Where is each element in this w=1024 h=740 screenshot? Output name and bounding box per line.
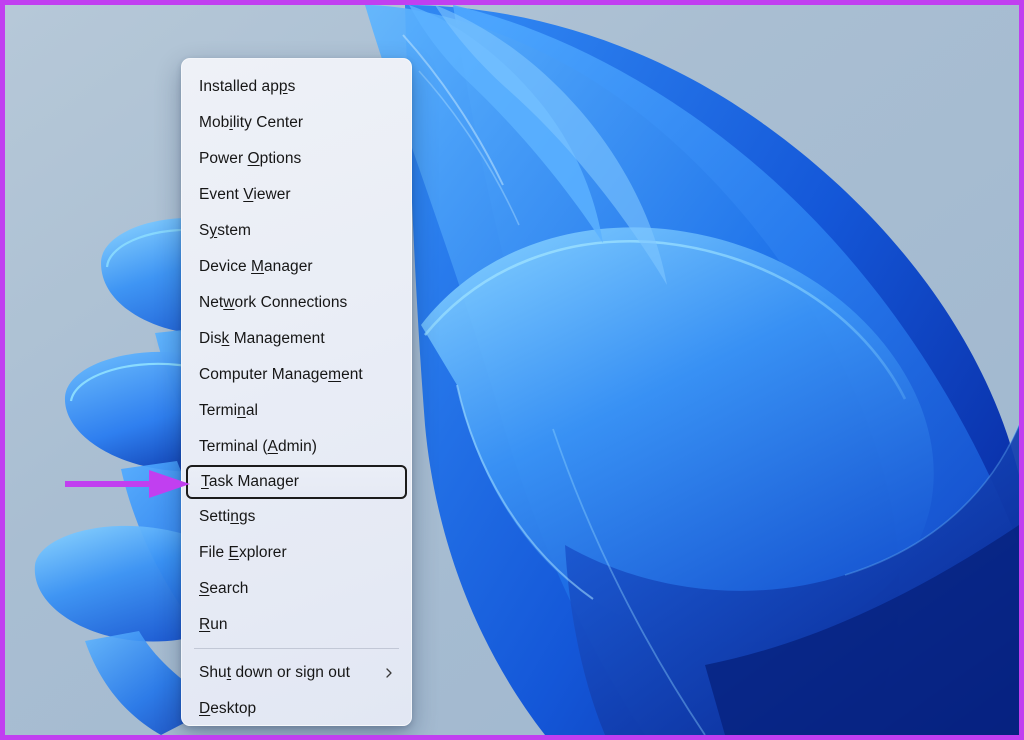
accelerator-key: m xyxy=(328,366,342,383)
accelerator-key: S xyxy=(199,580,210,597)
accelerator-key: O xyxy=(247,150,260,167)
accelerator-key: p xyxy=(278,78,288,95)
menu-item-desktop[interactable]: Desktop xyxy=(182,691,411,725)
menu-item-label: Terminal xyxy=(199,402,258,419)
menu-item-system[interactable]: System xyxy=(182,213,411,249)
menu-item-label: Terminal (Admin) xyxy=(199,438,317,455)
menu-item-settings[interactable]: Settings xyxy=(182,499,411,535)
power-user-menu[interactable]: Installed apps Mobility Center Power Optio… xyxy=(181,58,412,726)
accelerator-key: i xyxy=(229,114,233,131)
menu-item-device-manager[interactable]: Device Manager xyxy=(182,249,411,285)
menu-item-label: System xyxy=(199,222,251,239)
accelerator-key: w xyxy=(223,294,235,311)
menu-item-label: Device Manager xyxy=(199,258,313,275)
menu-item-installed-apps[interactable]: Installed apps xyxy=(182,69,411,105)
menu-item-label: Desktop xyxy=(199,700,257,717)
desktop-wallpaper xyxy=(5,5,1019,735)
screenshot-frame: Installed apps Mobility Center Power Optio… xyxy=(0,0,1024,740)
menu-item-label: Task Manager xyxy=(201,473,299,490)
accelerator-key: M xyxy=(251,258,265,275)
accelerator-key: T xyxy=(201,473,209,490)
menu-item-event-viewer[interactable]: Event Viewer xyxy=(182,177,411,213)
accelerator-key: V xyxy=(243,186,254,203)
accelerator-key: E xyxy=(228,544,239,561)
accelerator-key: n xyxy=(230,508,239,525)
accelerator-key: t xyxy=(226,664,232,681)
menu-item-terminal[interactable]: Terminal xyxy=(182,393,411,429)
menu-item-label: Installed apps xyxy=(199,78,296,95)
menu-item-label: Power Options xyxy=(199,150,302,167)
menu-item-shut-down-or-sign-out[interactable]: Shut down or sign out xyxy=(182,655,411,691)
menu-item-computer-management[interactable]: Computer Management xyxy=(182,357,411,393)
menu-item-network-connections[interactable]: Network Connections xyxy=(182,285,411,321)
menu-item-file-explorer[interactable]: File Explorer xyxy=(182,535,411,571)
chevron-right-icon xyxy=(383,667,395,679)
menu-item-terminal-admin[interactable]: Terminal (Admin) xyxy=(182,429,411,465)
menu-item-label: Shut down or sign out xyxy=(199,664,350,681)
accelerator-key: A xyxy=(267,438,278,455)
menu-item-label: Search xyxy=(199,580,249,597)
menu-item-search[interactable]: Search xyxy=(182,571,411,607)
menu-separator xyxy=(194,648,399,649)
menu-item-label: Settings xyxy=(199,508,256,525)
menu-item-task-manager[interactable]: Task Manager xyxy=(186,465,407,499)
menu-item-label: Run xyxy=(199,616,228,633)
menu-item-label: Disk Management xyxy=(199,330,325,347)
menu-item-label: Computer Management xyxy=(199,366,363,383)
menu-item-label: Event Viewer xyxy=(199,186,291,203)
menu-item-label: Mobility Center xyxy=(199,114,304,131)
menu-item-disk-management[interactable]: Disk Management xyxy=(182,321,411,357)
menu-item-label: File Explorer xyxy=(199,544,287,561)
menu-item-mobility-center[interactable]: Mobility Center xyxy=(182,105,411,141)
accelerator-key: n xyxy=(237,402,246,419)
windows-desktop[interactable]: Installed apps Mobility Center Power Optio… xyxy=(5,5,1019,735)
accelerator-key: R xyxy=(199,616,211,633)
menu-item-run[interactable]: Run xyxy=(182,607,411,643)
menu-item-power-options[interactable]: Power Options xyxy=(182,141,411,177)
accelerator-key: D xyxy=(199,700,211,717)
menu-item-label: Network Connections xyxy=(199,294,348,311)
accelerator-key: y xyxy=(209,222,218,239)
accelerator-key: k xyxy=(221,330,230,347)
